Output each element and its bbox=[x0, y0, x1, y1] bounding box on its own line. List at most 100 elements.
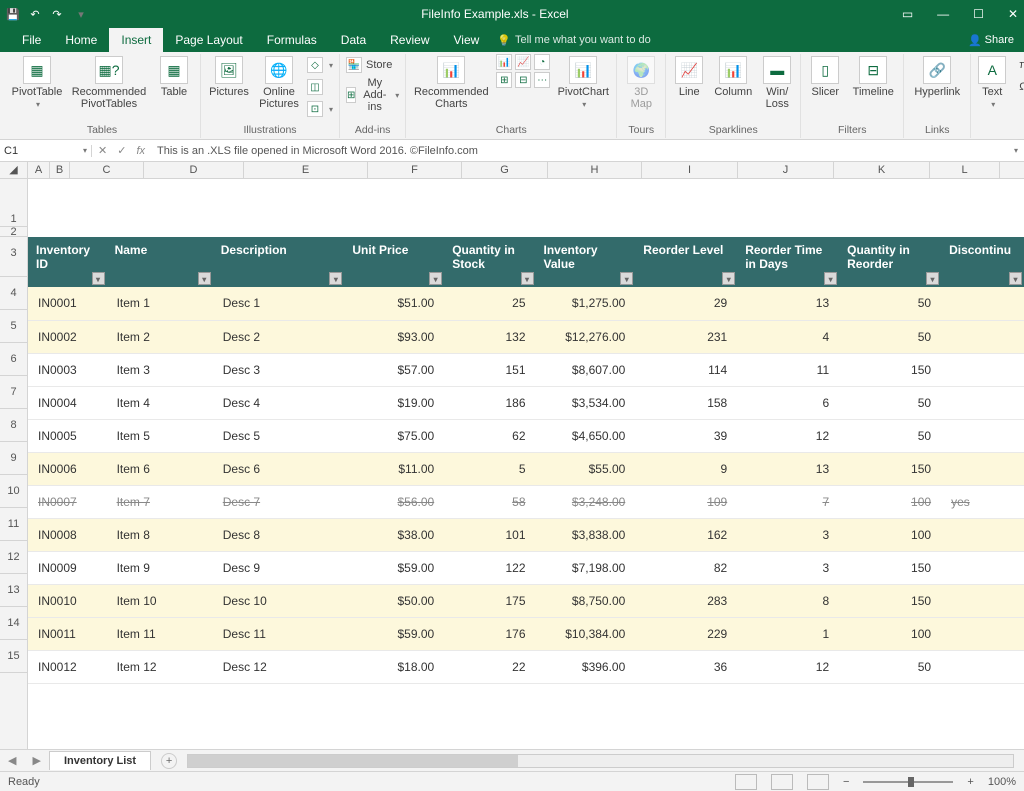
undo-icon[interactable]: ↶ bbox=[28, 7, 42, 21]
pictures-button[interactable]: 🖼Pictures bbox=[207, 54, 251, 98]
slicer-button[interactable]: ▯Slicer bbox=[807, 54, 843, 98]
tab-insert[interactable]: Insert bbox=[109, 28, 163, 52]
row-header-15[interactable]: 15 bbox=[0, 640, 27, 673]
page-break-view-button[interactable] bbox=[807, 774, 829, 790]
save-icon[interactable]: 💾 bbox=[6, 7, 20, 21]
sheet-area[interactable]: This is an .XLS file opened in Yes Inven… bbox=[28, 179, 1024, 749]
formula-bar[interactable]: This is an .XLS file opened in Microsoft… bbox=[151, 145, 1012, 157]
table-row[interactable]: IN0007Item 7Desc 7$56.0058$3,248.0010971… bbox=[28, 485, 1024, 518]
table-row[interactable]: ⚑IN0006Item 6Desc 6$11.005$55.00913150 bbox=[28, 452, 1024, 485]
filter-arrow-icon[interactable]: ▾ bbox=[620, 272, 633, 285]
column-header-F[interactable]: F bbox=[368, 162, 462, 178]
maximize-icon[interactable]: ☐ bbox=[973, 7, 984, 21]
column-header-K[interactable]: K bbox=[834, 162, 930, 178]
normal-view-button[interactable] bbox=[735, 774, 757, 790]
row-header-11[interactable]: 11 bbox=[0, 508, 27, 541]
text-button[interactable]: AText▾ bbox=[977, 54, 1007, 109]
column-header-G[interactable]: G bbox=[462, 162, 548, 178]
scroll-thumb[interactable] bbox=[188, 755, 518, 767]
row-header-6[interactable]: 6 bbox=[0, 343, 27, 376]
pivottable-button[interactable]: ▦PivotTable▾ bbox=[10, 54, 64, 109]
page-layout-view-button[interactable] bbox=[771, 774, 793, 790]
column-header-L[interactable]: L bbox=[930, 162, 1000, 178]
store-button[interactable]: 🏪Store bbox=[346, 54, 392, 74]
row-header-1[interactable]: 1 bbox=[0, 179, 27, 227]
pivotchart-button[interactable]: 📊PivotChart▾ bbox=[556, 54, 610, 109]
filter-arrow-icon[interactable]: ▾ bbox=[824, 272, 837, 285]
select-all-cell[interactable]: ◢ bbox=[0, 162, 28, 178]
table-row[interactable]: ⚑IN0002Item 2Desc 2$93.00132$12,276.0023… bbox=[28, 320, 1024, 353]
timeline-button[interactable]: ⊟Timeline bbox=[849, 54, 897, 98]
row-header-2[interactable]: 2 bbox=[0, 227, 27, 237]
filter-arrow-icon[interactable]: ▾ bbox=[329, 272, 342, 285]
screenshot-button[interactable]: ⊡▾ bbox=[307, 98, 333, 118]
filter-arrow-icon[interactable]: ▾ bbox=[198, 272, 211, 285]
row-header-10[interactable]: 10 bbox=[0, 475, 27, 508]
tab-review[interactable]: Review bbox=[378, 28, 441, 52]
row-header-14[interactable]: 14 bbox=[0, 607, 27, 640]
sparkline-winloss-button[interactable]: ▬Win/ Loss bbox=[760, 54, 794, 110]
row-header-12[interactable]: 12 bbox=[0, 541, 27, 574]
tab-home[interactable]: Home bbox=[53, 28, 109, 52]
column-header-H[interactable]: H bbox=[548, 162, 642, 178]
tab-page-layout[interactable]: Page Layout bbox=[163, 28, 254, 52]
col-header-discontinu[interactable]: Discontinu▾ bbox=[941, 237, 1024, 287]
col-header-reorder-level[interactable]: Reorder Level▾ bbox=[635, 237, 737, 287]
sparkline-column-button[interactable]: 📊Column bbox=[712, 54, 754, 98]
row-header-8[interactable]: 8 bbox=[0, 409, 27, 442]
column-header-J[interactable]: J bbox=[738, 162, 834, 178]
chart-type2-icon[interactable]: 📈 bbox=[515, 54, 531, 70]
minimize-icon[interactable]: — bbox=[937, 7, 949, 21]
table-row[interactable]: ⚑IN0008Item 8Desc 8$38.00101$3,838.00162… bbox=[28, 518, 1024, 551]
sheet-nav-next-icon[interactable]: ▶ bbox=[24, 754, 48, 767]
column-header-A[interactable]: A bbox=[28, 162, 50, 178]
ribbon-options-icon[interactable]: ▭ bbox=[902, 7, 913, 21]
col-header-inventory-id[interactable]: Inventory ID▾ bbox=[28, 237, 107, 287]
table-row[interactable]: ⚑IN0011Item 11Desc 11$59.00176$10,384.00… bbox=[28, 617, 1024, 650]
tab-view[interactable]: View bbox=[442, 28, 492, 52]
filter-arrow-icon[interactable]: ▾ bbox=[722, 272, 735, 285]
column-header-B[interactable]: B bbox=[50, 162, 70, 178]
row-header-4[interactable]: 4 bbox=[0, 277, 27, 310]
col-header-description[interactable]: Description▾ bbox=[213, 237, 345, 287]
my-addins-button[interactable]: ⊞My Add-ins▾ bbox=[346, 84, 399, 104]
filter-arrow-icon[interactable]: ▾ bbox=[429, 272, 442, 285]
zoom-knob[interactable] bbox=[908, 777, 914, 787]
tab-file[interactable]: File bbox=[10, 28, 53, 52]
enter-icon[interactable]: ✓ bbox=[117, 144, 126, 157]
tell-me-search[interactable]: 💡 Tell me what you want to do bbox=[497, 34, 650, 47]
3d-map-button[interactable]: 🌍3D Map bbox=[623, 54, 659, 110]
equation-button[interactable]: π Equation▾ bbox=[1019, 54, 1024, 74]
table-row[interactable]: IN0003Item 3Desc 3$57.00151$8,607.001141… bbox=[28, 353, 1024, 386]
row-header-7[interactable]: 7 bbox=[0, 376, 27, 409]
chart-type5-icon[interactable]: ⊟ bbox=[515, 72, 531, 88]
row-header-13[interactable]: 13 bbox=[0, 574, 27, 607]
filter-arrow-icon[interactable]: ▾ bbox=[92, 272, 105, 285]
column-header-I[interactable]: I bbox=[642, 162, 738, 178]
name-box[interactable]: C1▾ bbox=[0, 145, 92, 157]
chart-type3-icon[interactable]: ◔ bbox=[534, 54, 550, 70]
col-header-quantity-in-reorder[interactable]: Quantity in Reorder▾ bbox=[839, 237, 941, 287]
col-header-name[interactable]: Name▾ bbox=[107, 237, 213, 287]
recommended-pivottables-button[interactable]: ▦?Recommended PivotTables bbox=[70, 54, 148, 110]
zoom-out-button[interactable]: − bbox=[843, 776, 849, 788]
filter-arrow-icon[interactable]: ▾ bbox=[926, 272, 939, 285]
chart-type1-icon[interactable]: 📊 bbox=[496, 54, 512, 70]
chart-type4-icon[interactable]: ⊞ bbox=[496, 72, 512, 88]
column-header-D[interactable]: D bbox=[144, 162, 244, 178]
zoom-slider[interactable] bbox=[863, 781, 953, 783]
online-pictures-button[interactable]: 🌐Online Pictures bbox=[257, 54, 301, 110]
tab-formulas[interactable]: Formulas bbox=[255, 28, 329, 52]
qat-dropdown-icon[interactable]: ▾ bbox=[74, 7, 88, 21]
close-icon[interactable]: ✕ bbox=[1008, 7, 1018, 21]
recommended-charts-button[interactable]: 📊Recommended Charts bbox=[412, 54, 490, 110]
zoom-in-button[interactable]: + bbox=[967, 776, 973, 788]
share-button[interactable]: 👤 Share bbox=[968, 34, 1014, 47]
table-row[interactable]: IN0012Item 12Desc 12$18.0022$396.0036125… bbox=[28, 650, 1024, 683]
column-header-E[interactable]: E bbox=[244, 162, 368, 178]
chart-type6-icon[interactable]: ⋯ bbox=[534, 72, 550, 88]
sparkline-line-button[interactable]: 📈Line bbox=[672, 54, 706, 98]
sheet-nav-prev-icon[interactable]: ◀ bbox=[0, 754, 24, 767]
row-header-3[interactable]: 3 bbox=[0, 237, 27, 277]
col-header-unit-price[interactable]: Unit Price▾ bbox=[344, 237, 444, 287]
